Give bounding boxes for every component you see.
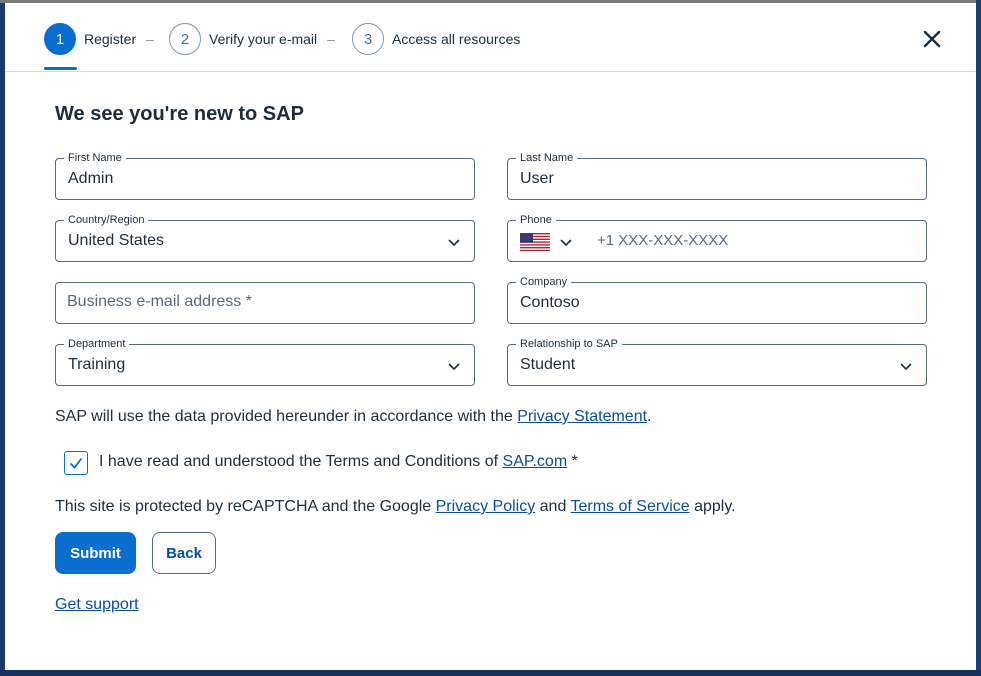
privacy-notice-text: SAP will use the data provided hereunder… [55,408,518,425]
last-name-field[interactable]: Last Name User [507,151,927,200]
step-label: Access all resources [392,31,521,47]
step-verify-email[interactable]: 2 Verify your e-mail – [169,23,335,55]
recaptcha-suffix: apply. [689,498,736,515]
submit-button[interactable]: Submit [55,532,136,574]
first-name-label: First Name [64,151,126,165]
registration-dialog: 1 Register – 2 Verify your e-mail – 3 Ac… [5,3,976,670]
close-button[interactable] [918,25,946,53]
sap-com-link[interactable]: SAP.com [503,453,568,470]
checkmark-icon [69,457,83,469]
privacy-notice-suffix: . [647,408,652,425]
business-email-placeholder: Business e-mail address * [67,293,252,310]
terms-of-service-link[interactable]: Terms of Service [571,498,690,515]
step-separator: – [146,31,154,47]
chevron-down-icon[interactable] [560,236,572,248]
relationship-value: Student [520,356,576,373]
us-flag-icon[interactable] [520,233,550,251]
get-support-link[interactable]: Get support [55,596,139,614]
active-step-indicator [44,67,77,70]
step-register[interactable]: 1 Register – [44,23,154,55]
backdrop-right [976,0,981,676]
step-access-resources[interactable]: 3 Access all resources [352,23,520,55]
country-region-label: Country/Region [64,213,149,227]
terms-prefix: I have read and understood the Terms and… [99,453,503,470]
phone-placeholder: +1 XXX-XXX-XXXX [597,232,729,249]
recaptcha-notice: This site is protected by reCAPTCHA and … [55,498,736,516]
step-number: 2 [169,23,201,55]
terms-checkbox[interactable] [64,451,88,475]
department-label: Department [64,337,130,351]
privacy-statement-link[interactable]: Privacy Statement [517,408,647,425]
first-name-field[interactable]: First Name Admin [55,151,475,200]
stepper: 1 Register – 2 Verify your e-mail – 3 Ac… [5,3,976,72]
step-number: 3 [352,23,384,55]
recaptcha-middle: and [535,498,571,515]
step-separator: – [327,31,335,47]
department-value: Training [68,356,126,373]
backdrop-bottom [0,670,981,676]
privacy-notice: SAP will use the data provided hereunder… [55,408,652,426]
first-name-value: Admin [68,170,114,187]
step-label: Verify your e-mail [209,31,318,47]
phone-label: Phone [516,213,556,227]
company-label: Company [516,275,572,289]
phone-field[interactable]: Phone +1 XXX-XXX-XXXX [507,213,927,262]
company-field[interactable]: Company Contoso [507,275,927,324]
chevron-down-icon [448,239,460,247]
recaptcha-prefix: This site is protected by reCAPTCHA and … [55,498,436,515]
department-select[interactable]: Department Training [55,337,475,386]
close-icon [923,30,941,48]
terms-suffix: * [567,453,578,470]
company-value: Contoso [520,294,580,311]
business-email-field[interactable]: Business e-mail address * [55,282,475,324]
terms-text: I have read and understood the Terms and… [99,453,578,471]
step-number: 1 [44,23,76,55]
relationship-select[interactable]: Relationship to SAP Student [507,337,927,386]
back-button[interactable]: Back [152,532,216,574]
google-privacy-policy-link[interactable]: Privacy Policy [436,498,536,515]
chevron-down-icon [900,363,912,371]
chevron-down-icon [448,363,460,371]
country-region-select[interactable]: Country/Region United States [55,213,475,262]
country-region-value: United States [68,232,165,249]
page-title: We see you're new to SAP [55,103,304,125]
relationship-label: Relationship to SAP [516,337,622,351]
last-name-value: User [520,170,554,187]
step-label: Register [84,31,137,47]
last-name-label: Last Name [516,151,578,165]
